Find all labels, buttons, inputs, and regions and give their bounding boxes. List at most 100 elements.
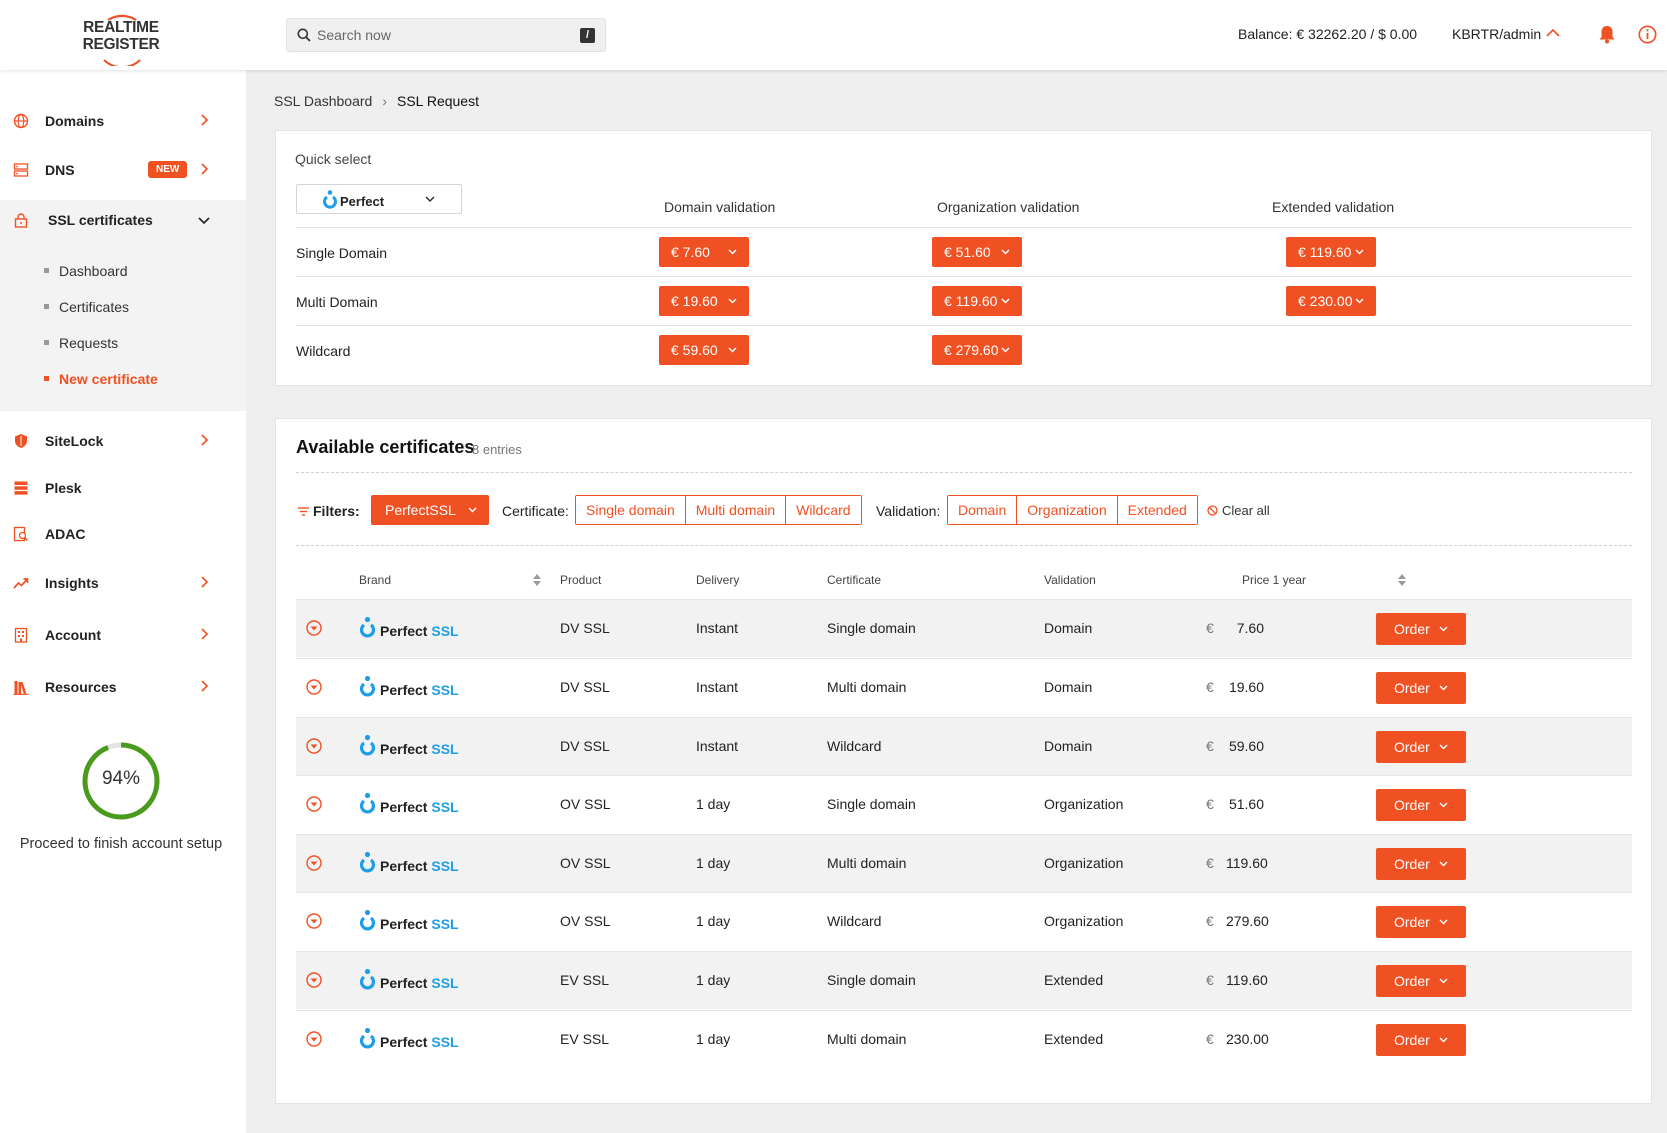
expand-row-icon[interactable] (306, 855, 322, 871)
cell-currency: € (1206, 913, 1214, 929)
cell-certificate: Single domain (827, 796, 916, 812)
logo-text: REALTIME REGISTER (82, 19, 160, 53)
expand-row-icon[interactable] (306, 738, 322, 754)
breadcrumb-parent[interactable]: SSL Dashboard (274, 93, 372, 109)
order-button[interactable]: Order (1376, 906, 1466, 938)
order-button[interactable]: Order (1376, 965, 1466, 997)
perfectssl-logo-text: Perfect (380, 916, 428, 932)
order-button[interactable]: Order (1376, 613, 1466, 645)
order-button[interactable]: Order (1376, 848, 1466, 880)
expand-row-icon[interactable] (306, 679, 322, 695)
table-row: Perfect SSL OV SSL 1 day Multi domain Or… (296, 834, 1632, 892)
cell-delivery: 1 day (696, 1031, 731, 1047)
filter-domain[interactable]: Domain (948, 496, 1018, 524)
setup-prompt[interactable]: Proceed to finish account setup (0, 836, 242, 852)
sidebar-subitem-certificates[interactable]: Certificates (44, 299, 129, 315)
filter-wildcard[interactable]: Wildcard (786, 496, 861, 524)
books-icon (13, 681, 29, 695)
divider (296, 325, 1632, 326)
sidebar-item-account[interactable]: Account (0, 615, 246, 655)
brand-select[interactable]: Perfect SSL (296, 184, 462, 214)
filter-single-domain[interactable]: Single domain (576, 496, 686, 524)
perfectssl-logo-text: Perfect (340, 194, 385, 209)
price-button-single-ev[interactable]: € 119.60 (1286, 237, 1376, 267)
price-button-multi-dv[interactable]: € 19.60 (659, 286, 749, 316)
svg-text:Perfect SSL: Perfect SSL (380, 799, 459, 815)
chevron-down-icon (1439, 744, 1448, 750)
cell-price: 59.60 (1228, 738, 1264, 754)
order-button[interactable]: Order (1376, 672, 1466, 704)
search-box[interactable]: / (286, 18, 606, 52)
chevron-down-icon (1001, 249, 1010, 255)
cell-certificate: Wildcard (827, 738, 882, 754)
order-button[interactable]: Order (1376, 1024, 1466, 1056)
filter-organization[interactable]: Organization (1017, 496, 1118, 524)
cell-certificate: Multi domain (827, 1031, 907, 1047)
chevron-down-icon (1439, 802, 1448, 808)
expand-row-icon[interactable] (306, 913, 322, 929)
chevron-down-icon (728, 347, 737, 353)
chevron-right-icon (201, 628, 208, 640)
sidebar-item-plesk[interactable]: Plesk (0, 468, 246, 508)
cell-product: EV SSL (560, 972, 610, 988)
expand-row-icon[interactable] (306, 972, 322, 988)
cell-validation: Organization (1044, 855, 1124, 871)
sidebar-item-dns[interactable]: DNS NEW (0, 150, 246, 190)
brand-filter-dropdown[interactable]: PerfectSSL (371, 495, 489, 525)
lock-icon (14, 213, 28, 228)
sort-icon[interactable] (1398, 574, 1406, 586)
cell-currency: € (1206, 679, 1214, 695)
price-button-single-ov[interactable]: € 51.60 (932, 237, 1022, 267)
sidebar-subitem-requests[interactable]: Requests (44, 335, 118, 351)
perfectssl-logo: Perfect SSL (323, 190, 385, 209)
sidebar-item-sitelock[interactable]: SiteLock (0, 421, 246, 461)
filter-extended[interactable]: Extended (1117, 496, 1197, 524)
price-button-multi-ev[interactable]: € 230.00 (1286, 286, 1376, 316)
sidebar-subitem-dashboard[interactable]: Dashboard (44, 263, 128, 279)
chevron-down-icon (1439, 626, 1448, 632)
price-button-multi-ov[interactable]: € 119.60 (932, 286, 1022, 316)
expand-row-icon[interactable] (306, 620, 322, 636)
sidebar-item-insights[interactable]: Insights (0, 563, 246, 603)
price-button-wildcard-ov[interactable]: € 279.60 (932, 335, 1022, 365)
bell-icon[interactable] (1598, 25, 1616, 44)
perfectssl-logo: Perfect SSL (359, 734, 459, 757)
order-button[interactable]: Order (1376, 731, 1466, 763)
realtime-register-logo[interactable]: REALTIME REGISTER (82, 14, 162, 66)
sidebar-item-adac[interactable]: ADAC (0, 514, 246, 554)
breadcrumb: SSL Dashboard › SSL Request (274, 93, 479, 109)
svg-text:Perfect SSL: Perfect SSL (380, 623, 459, 639)
setup-progress-ring[interactable]: 94% (80, 740, 162, 822)
table-row: Perfect SSL OV SSL 1 day Single domain O… (296, 775, 1632, 833)
chevron-down-icon (728, 298, 737, 304)
sidebar-item-label: Insights (45, 575, 99, 591)
column-header-price[interactable]: Price 1 year (1242, 573, 1306, 587)
user-menu[interactable]: KBRTR/admin (1452, 26, 1541, 42)
validation-filter-group: Domain Organization Extended (947, 495, 1198, 525)
cell-certificate: Single domain (827, 620, 916, 636)
cell-certificate: Wildcard (827, 913, 882, 929)
info-icon[interactable] (1638, 25, 1657, 44)
table-row: Perfect SSL OV SSL 1 day Wildcard Organi… (296, 892, 1632, 950)
expand-row-icon[interactable] (306, 796, 322, 812)
price-button-single-dv[interactable]: € 7.60 (659, 237, 749, 267)
sidebar-subitem-new-certificate[interactable]: New certificate (44, 371, 158, 387)
sidebar-item-domains[interactable]: Domains (0, 101, 246, 141)
bullet-icon (44, 267, 49, 273)
clear-all-button[interactable]: Clear all (1207, 503, 1270, 518)
column-header-delivery: Delivery (696, 573, 740, 587)
breadcrumb-current: SSL Request (397, 93, 479, 109)
expand-row-icon[interactable] (306, 1031, 322, 1047)
bullet-icon (44, 303, 49, 309)
cell-validation: Domain (1044, 738, 1093, 754)
chevron-up-icon[interactable] (1546, 28, 1560, 37)
sidebar-item-ssl-certificates[interactable]: SSL certificates (0, 200, 246, 240)
order-button[interactable]: Order (1376, 789, 1466, 821)
sidebar-item-resources[interactable]: Resources (0, 667, 246, 707)
search-input[interactable] (317, 19, 567, 51)
column-header-brand[interactable]: Brand (359, 573, 391, 587)
svg-text:Perfect SSL: Perfect SSL (380, 916, 459, 932)
price-button-wildcard-dv[interactable]: € 59.60 (659, 335, 749, 365)
sort-icon[interactable] (533, 574, 541, 586)
filter-multi-domain[interactable]: Multi domain (685, 496, 787, 524)
